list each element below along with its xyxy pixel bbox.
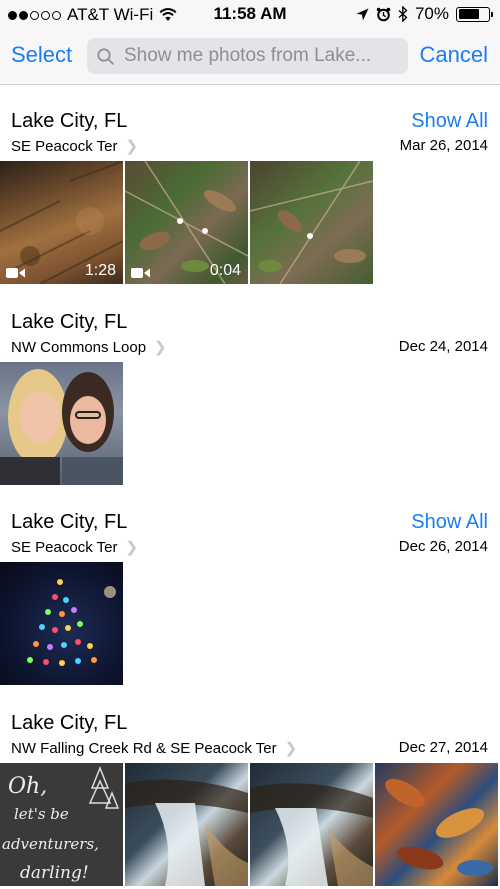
section-subtitle[interactable]: SE Peacock Ter ❯ xyxy=(11,137,139,156)
section-subtitle[interactable]: NW Commons Loop ❯ xyxy=(11,338,167,357)
leaves-texture xyxy=(250,161,373,284)
section-subtitle[interactable]: SE Peacock Ter ❯ xyxy=(11,538,139,557)
section-subtitle-label: NW Commons Loop xyxy=(11,338,147,356)
chevron-right-icon: ❯ xyxy=(125,539,139,556)
sign-text-line: darling! xyxy=(20,863,89,883)
section-subtitle-label: SE Peacock Ter xyxy=(11,538,118,556)
video-duration: 0:04 xyxy=(209,262,241,279)
cancel-button[interactable]: Cancel xyxy=(420,42,488,68)
section-date: Dec 24, 2014 xyxy=(398,338,488,355)
section-title: Lake City, FL xyxy=(11,712,128,734)
section-date: Dec 26, 2014 xyxy=(398,538,488,555)
photo-thumbnail[interactable]: Oh, let's be adventurers, darling! xyxy=(0,763,123,886)
thumbnail-row xyxy=(0,562,123,685)
search-field[interactable]: Show me photos from Lake... xyxy=(87,38,408,74)
search-nav-bar: Select Show me photos from Lake... Cance… xyxy=(0,28,500,85)
photo-thumbnail[interactable] xyxy=(250,763,373,886)
waterfall-image xyxy=(125,779,248,886)
video-thumbnail[interactable]: 0:04 xyxy=(125,161,248,284)
search-icon xyxy=(97,47,114,65)
section-date: Mar 26, 2014 xyxy=(399,137,488,154)
thumbnail-row xyxy=(0,362,123,485)
select-button[interactable]: Select xyxy=(11,42,72,68)
section-title: Lake City, FL xyxy=(11,110,128,132)
photo-thumbnail[interactable] xyxy=(125,763,248,886)
section-title: Lake City, FL xyxy=(11,311,128,333)
photo-thumbnail[interactable] xyxy=(250,161,373,284)
section-subtitle[interactable]: NW Falling Creek Rd & SE Peacock Ter ❯ xyxy=(11,739,298,758)
chevron-right-icon: ❯ xyxy=(125,138,139,155)
sign-text-line: adventurers, xyxy=(2,835,99,853)
video-thumbnail[interactable]: 1:28 xyxy=(0,161,123,284)
christmas-tree-image xyxy=(27,579,116,666)
autumn-leaves-image xyxy=(385,779,493,876)
video-duration: 1:28 xyxy=(84,262,116,279)
chevron-right-icon: ❯ xyxy=(154,339,167,356)
waterfall-image xyxy=(250,783,373,886)
battery-icon xyxy=(456,6,493,22)
battery-percent: 70% xyxy=(414,4,449,23)
bluetooth-icon xyxy=(398,6,408,22)
location-arrow-icon xyxy=(356,8,369,20)
section-date: Dec 27, 2014 xyxy=(398,739,488,756)
video-camera-icon xyxy=(6,268,25,278)
video-camera-icon xyxy=(131,268,150,278)
selfie-image xyxy=(0,369,123,485)
status-right: 70% xyxy=(356,4,493,24)
photo-thumbnail[interactable] xyxy=(0,562,123,685)
thumbnail-row: 1:28 0:04 xyxy=(0,161,373,284)
section-title: Lake City, FL xyxy=(11,511,128,533)
photo-thumbnail[interactable] xyxy=(0,362,123,485)
chevron-right-icon: ❯ xyxy=(284,740,298,757)
search-query-text: Show me photos from Lake... xyxy=(124,45,372,66)
show-all-button[interactable]: Show All xyxy=(411,110,488,133)
status-bar: AT&T Wi-Fi 11:58 AM 70% xyxy=(0,0,500,28)
chalkboard-sign-image: Oh, let's be adventurers, darling! xyxy=(2,765,120,883)
sign-text-line: Oh, xyxy=(8,774,47,799)
section-subtitle-label: SE Peacock Ter xyxy=(11,137,118,155)
alarm-clock-icon xyxy=(376,7,391,21)
photo-thumbnail[interactable] xyxy=(375,763,498,886)
thumbnail-row: Oh, let's be adventurers, darling! xyxy=(0,763,498,886)
section-subtitle-label: NW Falling Creek Rd & SE Peacock Ter xyxy=(11,739,277,757)
sign-text-line: let's be xyxy=(14,805,69,823)
show-all-button[interactable]: Show All xyxy=(411,511,488,534)
